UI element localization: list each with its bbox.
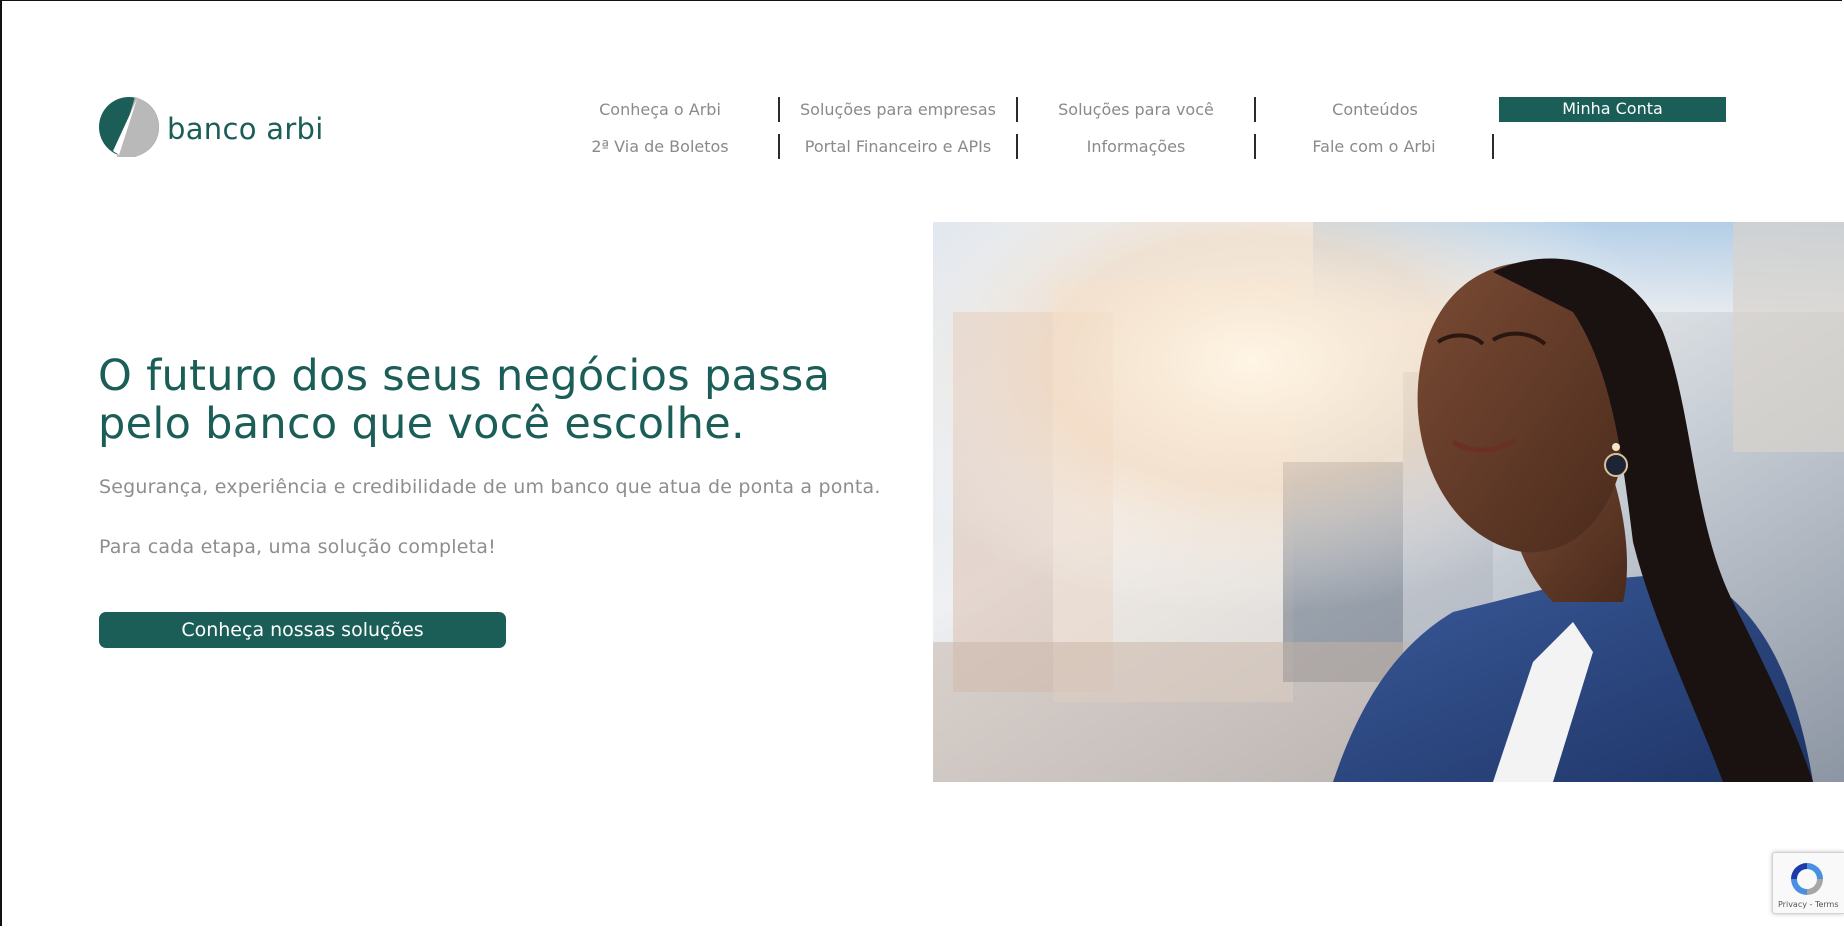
arbi-logo-icon xyxy=(99,97,159,157)
recaptcha-badge[interactable]: Privacy - Terms xyxy=(1772,852,1844,914)
recaptcha-links[interactable]: Privacy - Terms xyxy=(1778,900,1839,909)
minha-conta-button[interactable]: Minha Conta xyxy=(1499,97,1726,122)
brand-name: banco arbi xyxy=(167,112,324,146)
main-nav: Conheça o Arbi Soluções para empresas So… xyxy=(542,97,1730,171)
nav-item-fale-com-arbi[interactable]: Fale com o Arbi xyxy=(1256,134,1494,159)
nav-row-primary: Conheça o Arbi Soluções para empresas So… xyxy=(542,97,1730,122)
hero-image xyxy=(933,222,1844,782)
nav-item-portal-financeiro[interactable]: Portal Financeiro e APIs xyxy=(780,134,1018,159)
hero-headline: O futuro dos seus negócios passa pelo ba… xyxy=(98,351,831,449)
nav-item-solucoes-voce[interactable]: Soluções para você xyxy=(1018,97,1256,122)
nav-item-segunda-via-boletos[interactable]: 2ª Via de Boletos xyxy=(542,134,780,159)
nav-item-informacoes[interactable]: Informações xyxy=(1018,134,1256,159)
hero-subtitle: Segurança, experiência e credibilidade d… xyxy=(99,476,881,498)
recaptcha-icon xyxy=(1791,863,1823,895)
conheca-solucoes-button[interactable]: Conheça nossas soluções xyxy=(99,612,506,648)
nav-item-conteudos[interactable]: Conteúdos xyxy=(1256,97,1494,122)
brand-logo[interactable]: banco arbi xyxy=(99,97,324,157)
nav-row-secondary: 2ª Via de Boletos Portal Financeiro e AP… xyxy=(542,134,1730,159)
nav-item-solucoes-empresas[interactable]: Soluções para empresas xyxy=(780,97,1018,122)
nav-item-conheca-arbi[interactable]: Conheça o Arbi xyxy=(542,97,780,122)
hero-tagline: Para cada etapa, uma solução completa! xyxy=(99,536,496,558)
businesswoman-photo xyxy=(933,222,1844,782)
